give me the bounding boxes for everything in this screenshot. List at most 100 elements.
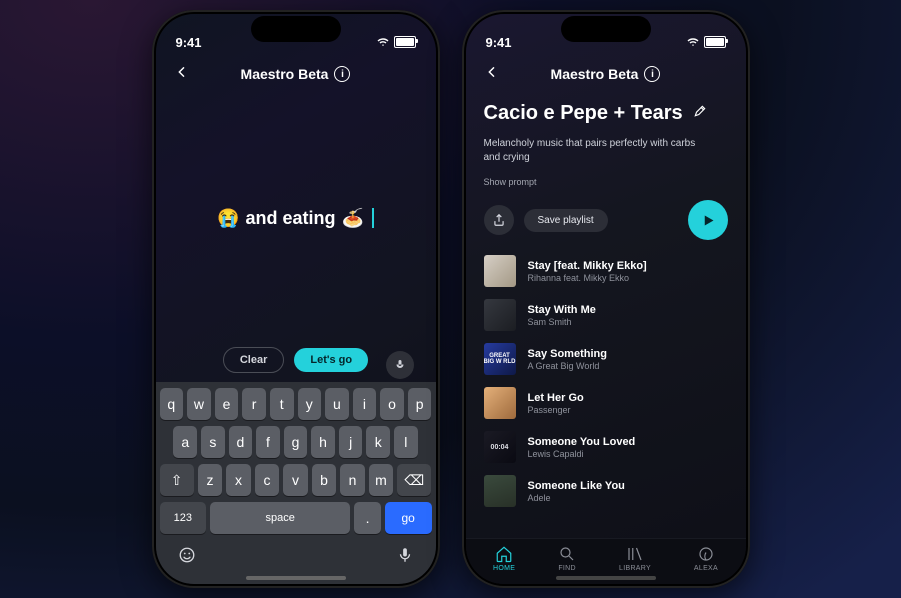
album-art: 00:04 [484,431,516,463]
album-art [484,475,516,507]
key-t[interactable]: t [270,388,294,420]
nav-library[interactable]: LIBRARY [619,545,651,572]
emoji-icon[interactable] [178,546,196,564]
prompt-area[interactable]: 😭 and eating 🍝 [156,88,436,348]
battery-icon [704,36,726,48]
key-l[interactable]: l [394,426,418,458]
playlist-controls: Save playlist [484,205,728,235]
album-art: GREAT BIG W RLD [484,343,516,375]
key-e[interactable]: e [215,388,239,420]
nav-find[interactable]: FIND [558,545,576,572]
key-n[interactable]: n [340,464,364,496]
status-time: 9:41 [176,35,202,50]
key-w[interactable]: w [187,388,211,420]
playlist-title: Cacio e Pepe + Tears [484,102,683,125]
key-j[interactable]: j [339,426,363,458]
track-row[interactable]: Let Her GoPassenger [484,387,728,419]
mic-button[interactable] [386,351,414,379]
track-artist: Adele [528,493,625,503]
key-space[interactable]: space [210,502,350,534]
status-icons [686,36,726,48]
home-indicator[interactable] [246,576,346,580]
album-art [484,255,516,287]
key-o[interactable]: o [380,388,404,420]
key-123[interactable]: 123 [160,502,207,534]
keyboard-row-1: q w e r t y u i o p [160,388,432,420]
track-title: Let Her Go [528,392,584,404]
back-button[interactable] [174,64,192,82]
key-y[interactable]: y [298,388,322,420]
track-artist: Lewis Capaldi [528,449,636,459]
keyboard: q w e r t y u i o p a s d f g h j k l [156,382,436,538]
back-button[interactable] [484,64,502,82]
home-icon [495,545,513,563]
track-title: Say Something [528,348,607,360]
key-x[interactable]: x [226,464,250,496]
key-h[interactable]: h [311,426,335,458]
track-row[interactable]: Stay [feat. Mikky Ekko]Rihanna feat. Mik… [484,255,728,287]
home-indicator[interactable] [556,576,656,580]
key-p[interactable]: p [408,388,432,420]
track-row[interactable]: 00:04 Someone You LovedLewis Capaldi [484,431,728,463]
key-v[interactable]: v [283,464,307,496]
track-artist: Rihanna feat. Mikky Ekko [528,273,647,283]
key-s[interactable]: s [201,426,225,458]
nav-alexa[interactable]: ALEXA [694,545,718,572]
key-u[interactable]: u [325,388,349,420]
nav-home[interactable]: HOME [493,545,515,572]
save-playlist-button[interactable]: Save playlist [524,209,608,232]
track-row[interactable]: Someone Like YouAdele [484,475,728,507]
track-title: Someone You Loved [528,436,636,448]
notch [561,16,651,42]
key-r[interactable]: r [242,388,266,420]
key-z[interactable]: z [198,464,222,496]
key-go[interactable]: go [385,502,432,534]
key-i[interactable]: i [353,388,377,420]
status-icons [376,36,416,48]
show-prompt-link[interactable]: Show prompt [484,177,728,187]
clear-button[interactable]: Clear [223,347,285,373]
key-d[interactable]: d [229,426,253,458]
key-m[interactable]: m [369,464,393,496]
prompt-text: 😭 and eating 🍝 [217,208,374,229]
keyboard-row-2: a s d f g h j k l [160,426,432,458]
phone-left: 9:41 Maestro Beta i 😭 and eating 🍝 C [152,10,440,588]
key-f[interactable]: f [256,426,280,458]
key-b[interactable]: b [312,464,336,496]
lets-go-button[interactable]: Let's go [294,348,368,372]
key-delete[interactable]: ⌫ [397,464,431,496]
key-c[interactable]: c [255,464,279,496]
key-g[interactable]: g [284,426,308,458]
track-artist: A Great Big World [528,361,607,371]
app-header: Maestro Beta i [156,60,436,88]
emoji-crying: 😭 [217,208,239,229]
keyboard-bottom-bar [156,538,436,574]
track-row[interactable]: Stay With MeSam Smith [484,299,728,331]
key-k[interactable]: k [366,426,390,458]
track-artist: Sam Smith [528,317,596,327]
key-period[interactable]: . [354,502,381,534]
dictation-icon[interactable] [396,546,414,564]
phone-right: 9:41 Maestro Beta i Cacio e Pepe + Tears… [462,10,750,588]
keyboard-row-3: ⇧ z x c v b n m ⌫ [160,464,432,496]
key-a[interactable]: a [173,426,197,458]
key-q[interactable]: q [160,388,184,420]
alexa-icon [697,545,715,563]
play-button[interactable] [688,200,728,240]
playlist-description: Melancholy music that pairs perfectly wi… [484,137,714,165]
edit-button[interactable] [693,104,707,123]
key-shift[interactable]: ⇧ [160,464,194,496]
track-title: Stay [feat. Mikky Ekko] [528,260,647,272]
text-cursor [372,208,374,228]
track-row[interactable]: GREAT BIG W RLD Say SomethingA Great Big… [484,343,728,375]
screen-left: 9:41 Maestro Beta i 😭 and eating 🍝 C [156,14,436,584]
notch [251,16,341,42]
info-icon[interactable]: i [644,66,660,82]
header-title: Maestro Beta [241,66,329,82]
nav-label: FIND [558,565,576,572]
share-button[interactable] [484,205,514,235]
nav-label: LIBRARY [619,565,651,572]
track-list: Stay [feat. Mikky Ekko]Rihanna feat. Mik… [484,255,728,538]
track-artist: Passenger [528,405,584,415]
info-icon[interactable]: i [334,66,350,82]
